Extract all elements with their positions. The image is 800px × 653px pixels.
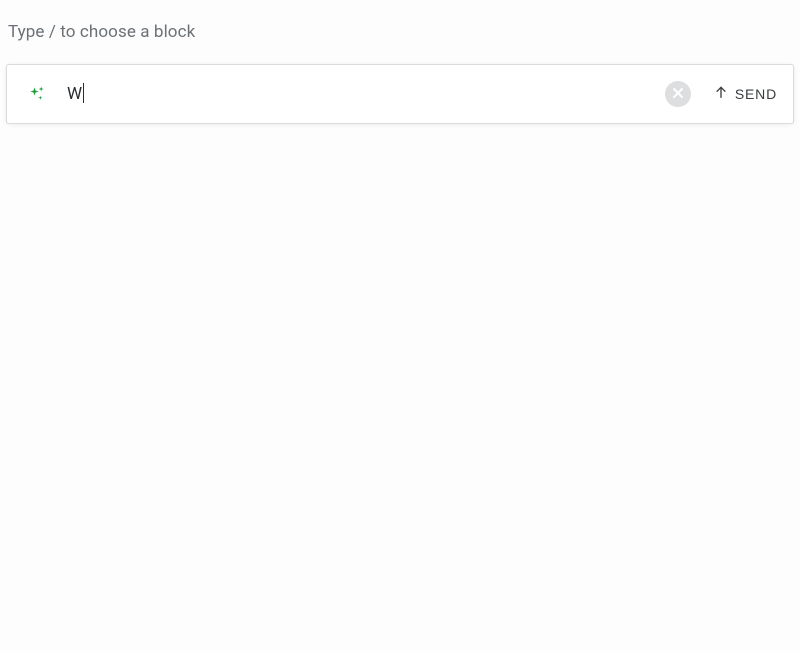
prompt-input-value: W [67,84,82,104]
clear-button[interactable] [665,81,691,107]
ai-prompt-box[interactable]: W SEND [6,64,794,124]
text-caret [83,83,84,103]
arrow-up-icon [713,85,729,104]
sparkle-icon [25,82,49,106]
send-button[interactable]: SEND [711,81,779,108]
send-button-label: SEND [735,86,777,102]
close-icon [672,87,684,102]
block-hint: Type / to choose a block [6,22,794,42]
prompt-input[interactable]: W [67,65,665,123]
